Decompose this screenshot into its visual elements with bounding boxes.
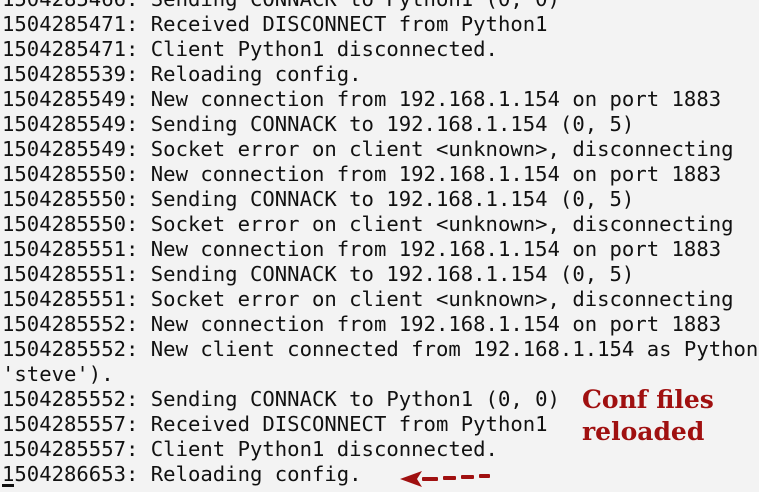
log-line: 1504285552: New client connected from 19… <box>2 337 759 361</box>
log-line: 1504285549: Sending CONNACK to 192.168.1… <box>2 112 635 136</box>
log-line: 1504285550: Sending CONNACK to 192.168.1… <box>2 187 635 211</box>
log-line: 1504286653: Reloading config. <box>2 462 362 486</box>
terminal-window[interactable]: 1504285466: Sending CONNACK to Python1 (… <box>0 0 759 492</box>
log-line: 1504285551: Sending CONNACK to 192.168.1… <box>2 262 635 286</box>
text-cursor <box>2 484 14 487</box>
log-line: 1504285551: Socket error on client <unkn… <box>2 287 734 311</box>
annotation-callout: Conf files reloaded <box>581 384 759 448</box>
log-line: 1504285549: New connection from 192.168.… <box>2 87 722 111</box>
log-line: 1504285539: Reloading config. <box>2 62 362 86</box>
log-line: 1504285471: Received DISCONNECT from Pyt… <box>2 12 548 36</box>
log-line: 1504285466: Sending CONNACK to Python1 (… <box>2 0 758 12</box>
log-line: 1504285550: New connection from 192.168.… <box>2 162 722 186</box>
log-line: 1504285549: Socket error on client <unkn… <box>2 137 734 161</box>
log-line: 1504285551: New connection from 192.168.… <box>2 237 722 261</box>
log-line: 1504285471: Client Python1 disconnected. <box>2 37 498 61</box>
log-line: 1504285550: Socket error on client <unkn… <box>2 212 734 236</box>
log-line: 1504285552: New connection from 192.168.… <box>2 312 722 336</box>
annotation-line-2: reloaded <box>582 417 705 446</box>
left-arrow-icon <box>400 471 490 487</box>
annotation-line-1: Conf files <box>582 385 714 414</box>
